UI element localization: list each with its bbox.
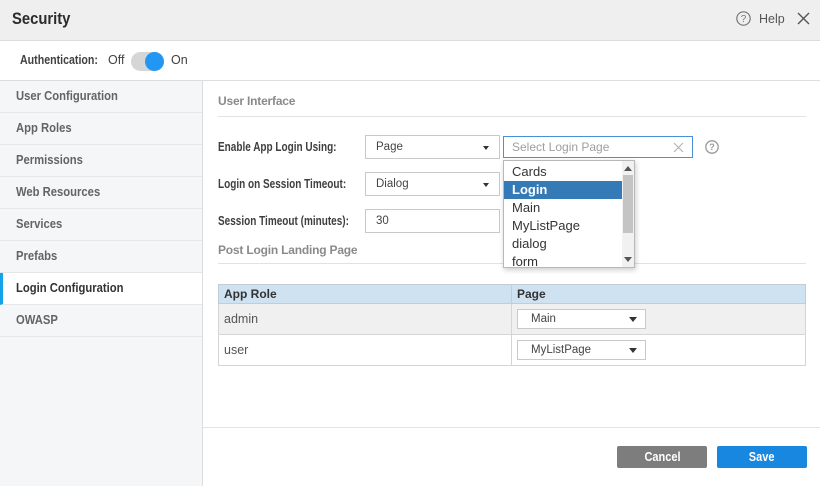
svg-text:?: ? [741,14,747,25]
svg-text:?: ? [709,142,715,152]
